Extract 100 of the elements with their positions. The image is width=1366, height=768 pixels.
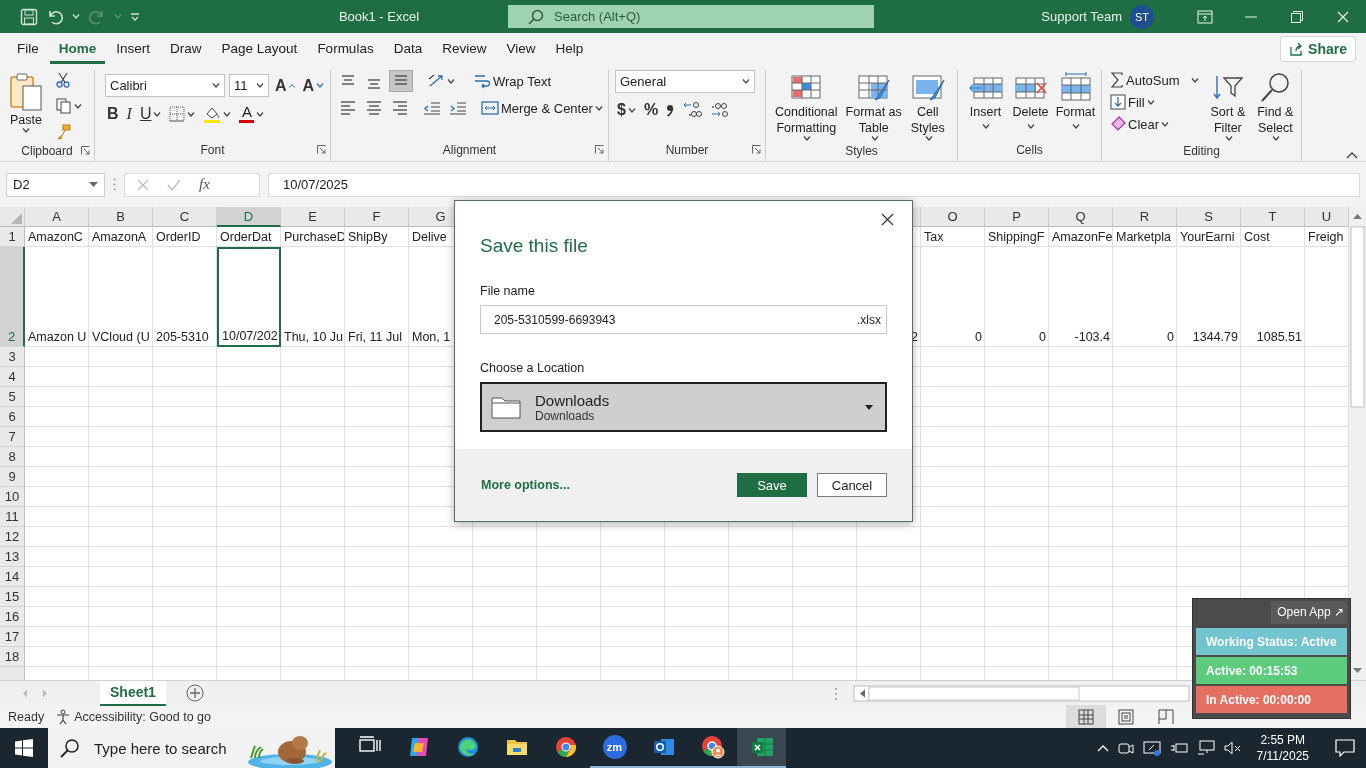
row-header[interactable]: 16 bbox=[0, 607, 25, 627]
menu-tab[interactable]: Help bbox=[546, 34, 593, 64]
menu-tab[interactable]: Insert bbox=[107, 34, 160, 64]
selected-cell[interactable]: 10/07/202 bbox=[217, 247, 281, 347]
windows-icon[interactable] bbox=[15, 739, 33, 757]
number-format-dropdown[interactable]: General bbox=[615, 70, 755, 93]
formula-field[interactable]: 10/07/2025 bbox=[268, 172, 1360, 197]
row-header[interactable]: 8 bbox=[0, 447, 25, 467]
row-header[interactable]: 15 bbox=[0, 587, 25, 607]
dialog-launcher-icon[interactable] bbox=[595, 145, 604, 155]
more-options-link[interactable]: More options... bbox=[481, 478, 570, 492]
menu-tab[interactable]: Page Layout bbox=[212, 34, 307, 64]
horizontal-scrollbar[interactable] bbox=[834, 684, 1190, 702]
clock-time[interactable]: 2:55 PM bbox=[1260, 732, 1306, 748]
row-header[interactable]: 2 bbox=[0, 247, 25, 347]
cancel-button[interactable]: Cancel bbox=[817, 473, 887, 497]
mute-icon[interactable] bbox=[1223, 740, 1242, 756]
dialog-launcher-icon[interactable] bbox=[81, 146, 90, 155]
column-header[interactable]: A bbox=[25, 207, 89, 227]
copy-button[interactable] bbox=[54, 96, 84, 116]
menu-tab[interactable]: Review bbox=[433, 34, 496, 64]
restore-icon[interactable] bbox=[1291, 10, 1303, 23]
insert-function-button[interactable]: fx bbox=[199, 176, 210, 193]
row-header[interactable]: 6 bbox=[0, 407, 25, 427]
menu-tab[interactable]: File bbox=[8, 34, 48, 64]
row-header[interactable]: 5 bbox=[0, 387, 25, 407]
italic-button[interactable]: I bbox=[124, 103, 134, 125]
column-header[interactable]: C bbox=[153, 207, 217, 227]
grow-font-button[interactable]: A bbox=[273, 74, 297, 97]
open-app-button[interactable]: Open App ↗ bbox=[1271, 601, 1347, 624]
menu-tab[interactable]: View bbox=[497, 34, 545, 64]
network-icon[interactable] bbox=[1196, 740, 1215, 756]
underline-button[interactable]: U bbox=[137, 103, 164, 125]
column-header[interactable]: S bbox=[1177, 207, 1241, 227]
search-field[interactable]: Search (Alt+Q) bbox=[508, 5, 874, 28]
column-header[interactable]: T bbox=[1241, 207, 1305, 227]
dialog-launcher-icon[interactable] bbox=[317, 145, 326, 155]
row-header[interactable]: 9 bbox=[0, 467, 25, 487]
style-button[interactable]: Format as Table bbox=[842, 70, 905, 145]
column-header[interactable]: R bbox=[1113, 207, 1177, 227]
add-sheet-icon[interactable] bbox=[185, 684, 204, 702]
menu-tab[interactable]: Draw bbox=[161, 34, 211, 64]
display-icon[interactable] bbox=[1142, 740, 1161, 756]
column-header[interactable]: E bbox=[281, 207, 345, 227]
close-button[interactable] bbox=[879, 211, 896, 228]
taskbar-app-button[interactable]: zm bbox=[590, 728, 639, 768]
ribbon-display-icon[interactable] bbox=[1197, 9, 1213, 24]
vertical-scrollbar[interactable] bbox=[1349, 207, 1366, 680]
row-header[interactable]: 11 bbox=[0, 507, 25, 527]
row-header[interactable]: 18 bbox=[0, 647, 25, 667]
font-size-dropdown[interactable]: 11 bbox=[229, 74, 269, 97]
row-header[interactable]: 1 bbox=[0, 227, 25, 247]
column-header[interactable]: O bbox=[921, 207, 985, 227]
clear-button[interactable]: Clear bbox=[1108, 114, 1202, 134]
vertical-align-button[interactable] bbox=[389, 70, 413, 92]
style-button[interactable]: Conditional Formatting bbox=[772, 70, 841, 145]
row-header[interactable]: 10 bbox=[0, 487, 25, 507]
row-header[interactable]: 13 bbox=[0, 547, 25, 567]
customize-icon[interactable] bbox=[130, 11, 140, 22]
sort-filter-button[interactable]: Sort & Filter bbox=[1207, 70, 1249, 140]
percent-button[interactable]: % bbox=[641, 99, 661, 121]
file-name-field[interactable]: 205-5310599-6693943 .xlsx bbox=[480, 305, 887, 334]
cells-button[interactable]: Format bbox=[1054, 70, 1097, 131]
autosum-button[interactable]: AutoSum bbox=[1108, 70, 1202, 90]
accessibility-status[interactable]: Accessibility: Good to go bbox=[74, 709, 211, 724]
sheet-tab[interactable]: Sheet1 bbox=[100, 680, 166, 706]
save-icon[interactable] bbox=[20, 7, 38, 26]
wrap-text-button[interactable]: Wrap Text bbox=[471, 71, 554, 91]
name-box[interactable]: D2 bbox=[6, 172, 105, 197]
user-avatar[interactable]: ST bbox=[1130, 4, 1154, 29]
notification-icon[interactable] bbox=[1335, 739, 1355, 757]
menu-tab[interactable]: Data bbox=[384, 34, 432, 64]
paste-button[interactable]: Paste bbox=[6, 70, 46, 140]
menu-tab[interactable]: Home bbox=[49, 34, 106, 64]
row-header[interactable]: 4 bbox=[0, 367, 25, 387]
column-header[interactable]: P bbox=[985, 207, 1049, 227]
battery-plug-icon[interactable] bbox=[1169, 741, 1188, 755]
taskbar-search-field[interactable]: Type here to search bbox=[48, 728, 335, 768]
save-button[interactable]: Save bbox=[737, 473, 807, 497]
cells-button[interactable]: Delete bbox=[1009, 70, 1052, 131]
find-select-button[interactable]: Find & Select bbox=[1254, 70, 1297, 140]
row-header[interactable]: 7 bbox=[0, 427, 25, 447]
row-header[interactable]: 3 bbox=[0, 347, 25, 367]
collapse-ribbon-icon[interactable] bbox=[1346, 152, 1358, 159]
location-dropdown[interactable]: Downloads Downloads bbox=[480, 382, 887, 432]
close-icon[interactable] bbox=[1337, 10, 1349, 23]
column-header[interactable]: U bbox=[1305, 207, 1349, 227]
column-header[interactable]: B bbox=[89, 207, 153, 227]
bold-button[interactable]: B bbox=[105, 103, 121, 125]
font-color-button[interactable]: A bbox=[237, 103, 267, 125]
column-header[interactable]: D bbox=[217, 207, 281, 227]
row-header[interactable]: 14 bbox=[0, 567, 25, 587]
camera-icon[interactable] bbox=[1117, 740, 1134, 756]
row-header[interactable]: 12 bbox=[0, 527, 25, 547]
row-header[interactable]: 17 bbox=[0, 627, 25, 647]
clock-date[interactable]: 7/11/2025 bbox=[1256, 748, 1309, 764]
column-header[interactable]: Q bbox=[1049, 207, 1113, 227]
style-button[interactable]: Cell Styles bbox=[906, 70, 949, 145]
show-hidden-icons-icon[interactable] bbox=[1096, 744, 1109, 752]
menu-tab[interactable]: Formulas bbox=[308, 34, 383, 64]
